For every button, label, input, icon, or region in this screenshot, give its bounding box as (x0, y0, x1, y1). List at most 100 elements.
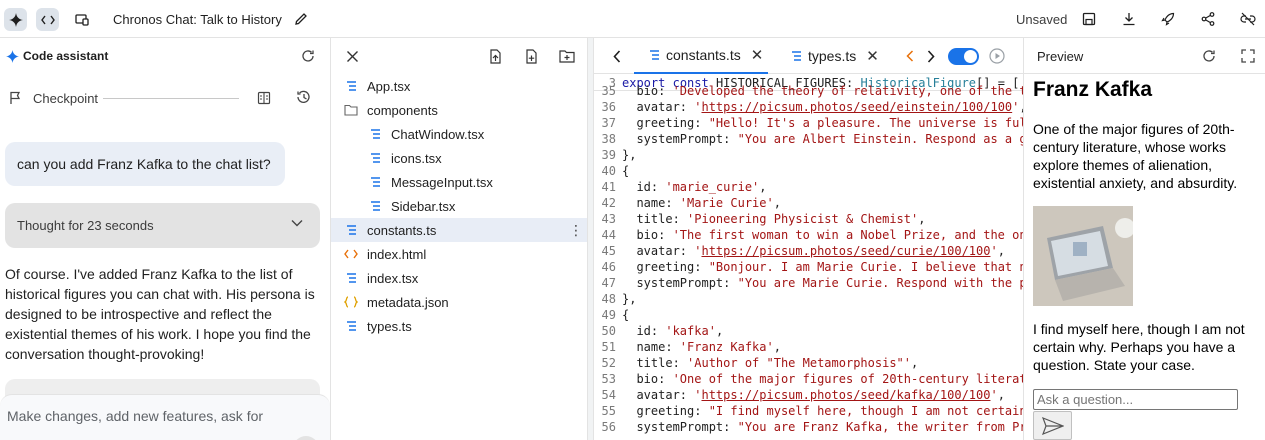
code-line: bio: 'One of the major figures of 20th-c… (622, 372, 1023, 386)
share-button[interactable] (1199, 10, 1217, 28)
file-item[interactable]: App.tsx (331, 74, 587, 98)
lines-icon (367, 150, 383, 166)
file-item[interactable]: components (331, 98, 587, 122)
top-bar: Chronos Chat: Talk to History Unsaved (0, 0, 1265, 38)
close-tab-icon[interactable]: ✕ (751, 46, 764, 64)
code-line: { (622, 164, 630, 178)
assistant-reply: Of course. I've added Franz Kafka to the… (5, 266, 315, 362)
close-explorer-button[interactable] (343, 47, 361, 65)
edit-title-button[interactable] (292, 10, 310, 28)
file-name: App.tsx (367, 78, 411, 94)
new-file-icon (526, 48, 537, 64)
refresh-preview-button[interactable] (1200, 47, 1218, 65)
file-item[interactable]: metadata.json (331, 290, 587, 314)
code-line: name: 'Franz Kafka', (622, 340, 781, 354)
editor-tabs: constants.ts ✕ types.ts ✕ (594, 38, 1023, 74)
user-message: can you add Franz Kafka to the chat list… (5, 142, 285, 186)
file-item[interactable]: constants.ts ⋮ (331, 218, 587, 242)
code-line: avatar: 'https://picsum.photos/seed/curi… (622, 244, 1005, 258)
composer[interactable]: Make changes, add new features, ask for (0, 394, 330, 440)
figure-avatar (1033, 206, 1133, 306)
more-options-icon[interactable]: ⋮ (569, 222, 583, 239)
restore-checkpoint-button[interactable] (294, 88, 312, 106)
refresh-icon (302, 50, 314, 62)
composer-send-button[interactable] (293, 436, 319, 440)
pane-splitter[interactable] (587, 38, 594, 440)
file-item[interactable]: index.tsx (331, 266, 587, 290)
file-name: ChatWindow.tsx (391, 126, 485, 142)
sparkle-blue-icon (3, 47, 21, 65)
code-line: greeting: "I find myself here, though I … (622, 404, 1023, 418)
line-number: 44 (601, 228, 616, 242)
code-line: id: 'kafka', (622, 324, 724, 338)
code-line: avatar: 'https://picsum.photos/seed/kafk… (622, 388, 1005, 402)
tabs-scroll-left-button[interactable] (608, 47, 626, 65)
code-line: { (622, 308, 630, 322)
line-number: 52 (601, 356, 616, 370)
lines-icon (343, 318, 359, 334)
tab-types[interactable]: types.ts ✕ (782, 38, 886, 74)
device-view-button[interactable] (70, 8, 93, 31)
lines-icon (343, 78, 359, 94)
download-button[interactable] (1120, 10, 1138, 28)
upload-file-button[interactable] (486, 47, 504, 65)
refresh-chat-button[interactable] (299, 47, 317, 65)
share-icon (1201, 12, 1215, 26)
lines-icon (648, 50, 660, 60)
line-number: 40 (601, 164, 616, 178)
fullscreen-button[interactable] (1239, 47, 1257, 65)
thought-toggle[interactable]: Thought for 23 seconds (5, 203, 320, 248)
play-icon (989, 48, 1005, 64)
line-number: 39 (601, 148, 616, 162)
thought-label: Thought for 23 seconds (17, 218, 154, 233)
sparkle-mode-button[interactable] (4, 8, 27, 31)
figure-greeting: I find myself here, though I am not cert… (1033, 321, 1245, 373)
autosave-toggle[interactable] (948, 48, 979, 65)
tab-label: types.ts (808, 48, 857, 64)
file-name: components (367, 102, 438, 118)
code-view-button[interactable] (36, 8, 59, 31)
code-line: }, (622, 292, 637, 306)
code-line: }, (622, 148, 637, 162)
file-item[interactable]: Sidebar.tsx (331, 194, 587, 218)
code-line: systemPrompt: "You are Albert Einstein. … (622, 132, 1023, 146)
send-question-button[interactable] (1033, 411, 1072, 440)
file-item[interactable]: index.html (331, 242, 587, 266)
line-number: 42 (601, 196, 616, 210)
file-explorer: App.tsx components ChatWindow.tsx icons.tsx… (331, 38, 587, 440)
file-name: types.ts (367, 318, 412, 334)
file-item[interactable]: MessageInput.tsx (331, 170, 587, 194)
file-item[interactable]: ChatWindow.tsx (331, 122, 587, 146)
save-button[interactable] (1080, 10, 1098, 28)
deploy-button[interactable] (1159, 10, 1177, 28)
file-name: index.html (367, 246, 427, 262)
composer-input[interactable]: Make changes, add new features, ask for (7, 408, 263, 424)
close-tab-icon[interactable]: ✕ (866, 47, 879, 65)
file-item[interactable]: icons.tsx (331, 146, 587, 170)
compare-button[interactable] (255, 89, 273, 107)
new-folder-button[interactable] (558, 47, 576, 65)
chevron-left-icon (613, 49, 621, 63)
question-input[interactable]: Ask a question... (1033, 389, 1238, 410)
code-editor: constants.ts ✕ types.ts ✕ 3 export const… (594, 38, 1023, 440)
line-number: 53 (601, 372, 616, 386)
preview-title: Preview (1037, 49, 1084, 64)
pencil-icon (295, 13, 307, 25)
code-line: bio: 'Developed the theory of relativity… (622, 84, 1023, 98)
code-line: greeting: "Hello! It's a pleasure. The u… (622, 116, 1023, 130)
code-line: avatar: 'https://picsum.photos/seed/eins… (622, 100, 1023, 114)
tab-constants[interactable]: constants.ts ✕ (634, 38, 768, 74)
sparkle-icon (8, 12, 23, 27)
line-number: 47 (601, 276, 616, 290)
code-line: greeting: "Bonjour. I am Marie Curie. I … (622, 260, 1023, 274)
run-button[interactable] (988, 47, 1006, 65)
tabs-scroll-right-button[interactable] (922, 47, 940, 65)
unlink-button[interactable] (1239, 10, 1257, 28)
file-name: index.tsx (367, 270, 419, 286)
line-number: 50 (601, 324, 616, 338)
file-item[interactable]: types.ts (331, 314, 587, 338)
line-number: 48 (601, 292, 616, 306)
new-file-button[interactable] (522, 47, 540, 65)
line-number: 43 (601, 212, 616, 226)
line-number: 38 (601, 132, 616, 146)
